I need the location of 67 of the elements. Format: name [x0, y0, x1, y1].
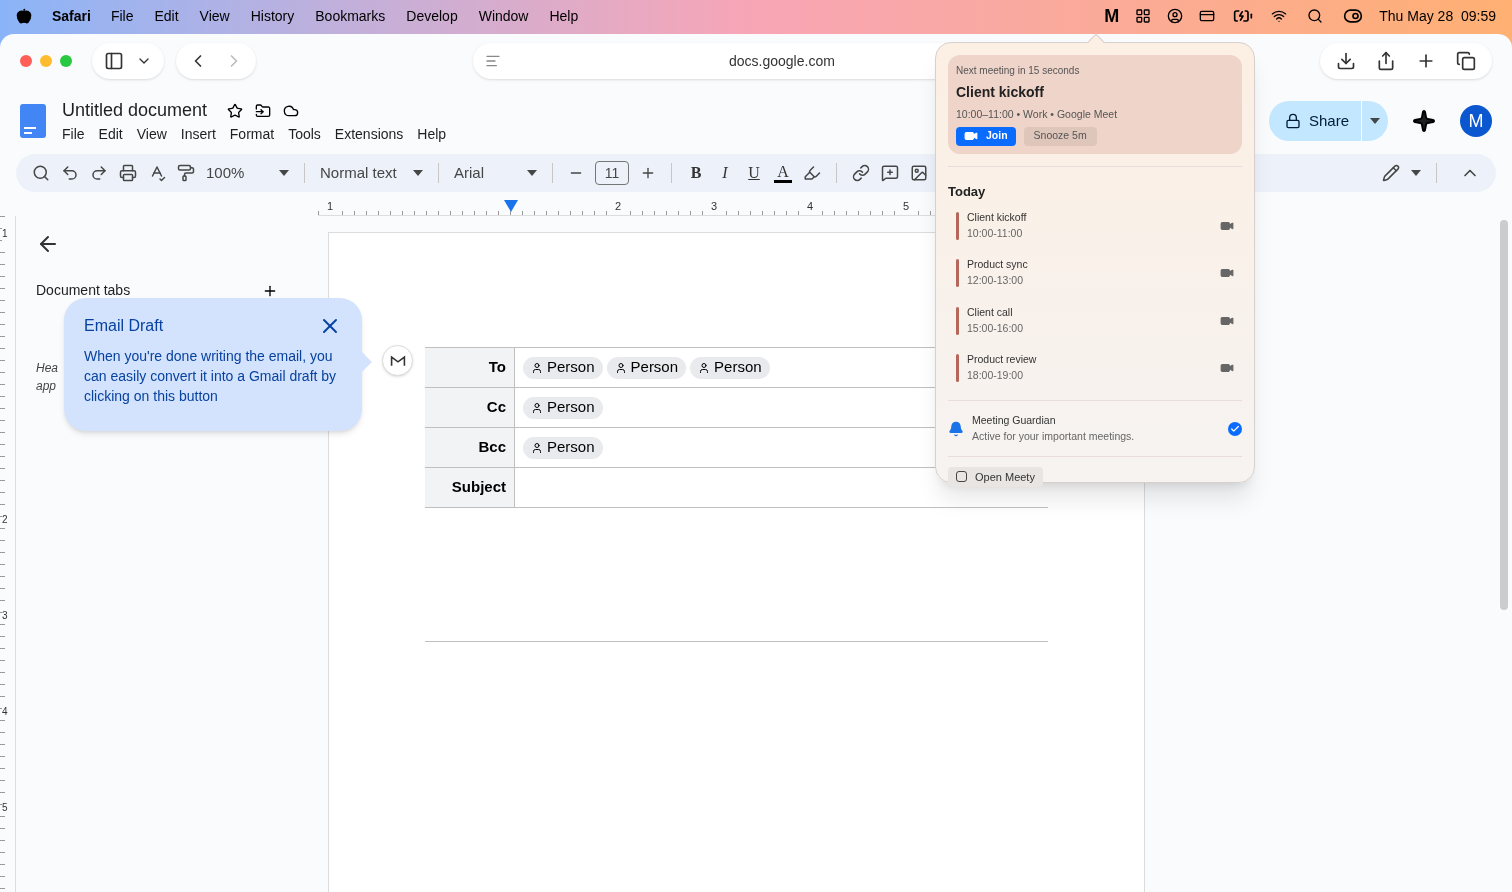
app-menu[interactable]: Safari	[52, 5, 91, 27]
meeting-time: 10:00-11:00	[967, 225, 1024, 241]
person-chip[interactable]: Person	[606, 356, 687, 379]
menu-item[interactable]: Edit	[154, 5, 179, 27]
sidebar-hint: Hea	[36, 360, 58, 377]
next-meeting-details: 10:00–11:00 • Work • Google Meet	[956, 107, 1119, 122]
zoom-dropdown[interactable]: 100%	[206, 161, 268, 185]
menu-item[interactable]: File	[110, 5, 134, 27]
sidebar-heading: Document tabs	[36, 281, 131, 300]
share-button[interactable]: Share	[1268, 101, 1388, 141]
font-size-field[interactable]: 11	[595, 161, 629, 185]
meeting-title: Product sync	[967, 257, 1029, 273]
join-button[interactable]: Join	[956, 126, 1016, 146]
menu-item[interactable]: Develop	[406, 5, 458, 27]
section-heading: Today	[948, 183, 986, 199]
guardian-subtitle: Active for your important meetings.	[972, 428, 1136, 444]
docs-menu-item[interactable]: Extensions	[334, 124, 404, 145]
field-label: To	[425, 348, 515, 387]
menu-item[interactable]: Bookmarks	[315, 5, 386, 27]
meeting-time: 12:00-13:00	[967, 273, 1025, 288]
person-chip[interactable]: Person	[690, 356, 770, 379]
person-chip[interactable]: Person	[523, 356, 603, 379]
menu-item[interactable]: Help	[549, 5, 579, 27]
menu-item[interactable]: Window	[478, 5, 529, 27]
person-chip[interactable]: Person	[523, 396, 603, 419]
snooze-button[interactable]: Snooze 5m	[1023, 126, 1097, 146]
guardian-title: Meeting Guardian	[972, 412, 1057, 428]
tooltip-text: When you're done writing the email, you can easily convert it into a Gmail draft by clicking on this button	[84, 347, 338, 406]
field-label: Cc	[425, 388, 515, 427]
meeting-item[interactable]: Product review 18:00-19:00	[948, 352, 1242, 384]
meeting-title: Product review	[967, 352, 1038, 368]
next-meeting-title: Client kickoff	[956, 83, 1045, 102]
avatar[interactable]: M	[1460, 105, 1492, 137]
address-field[interactable]: docs.google.com	[729, 50, 835, 72]
meeting-item[interactable]: Client kickoff 10:00-11:00	[948, 209, 1242, 242]
docs-menu-item[interactable]: File	[62, 124, 85, 145]
document-title[interactable]: Untitled document	[62, 97, 208, 124]
docs-menu-item[interactable]: Edit	[98, 124, 123, 145]
docs-menu-item[interactable]: Insert	[180, 124, 216, 145]
open-meety-button[interactable]: Open Meety	[948, 466, 1043, 487]
meeting-time: 18:00-19:00	[967, 368, 1025, 383]
tray-app-letter[interactable]: M	[1104, 2, 1120, 30]
person-chip[interactable]: Person	[523, 436, 603, 459]
ruler-number: 1	[2, 226, 8, 241]
docs-menu-item[interactable]: Help	[417, 124, 447, 145]
bold-button[interactable]: B	[687, 161, 705, 185]
underline-button[interactable]: U	[745, 161, 763, 185]
meeting-title: Client kickoff	[967, 209, 1028, 225]
next-meeting-caption: Next meeting in 15 seconds	[956, 64, 1081, 78]
meeting-title: Client call	[967, 304, 1014, 320]
docs-menu-item[interactable]: Tools	[288, 124, 321, 145]
tooltip-title: Email Draft	[84, 316, 164, 336]
italic-button[interactable]: I	[716, 161, 734, 185]
font-dropdown[interactable]: Arial	[454, 161, 516, 185]
menubar-clock[interactable]: Thu May 28 09:59	[1379, 5, 1496, 27]
field-label: Subject	[425, 468, 515, 507]
menu-item[interactable]: History	[250, 5, 295, 27]
meeting-item[interactable]: Client call 15:00-16:00	[948, 304, 1242, 337]
docs-menu-item[interactable]: Format	[229, 124, 275, 145]
meeting-item[interactable]: Product sync 12:00-13:00	[948, 257, 1242, 289]
sidebar-hint: app	[36, 378, 57, 395]
text-color-button[interactable]: A	[774, 163, 792, 183]
style-dropdown[interactable]: Normal text	[320, 161, 402, 185]
menu-item[interactable]: View	[199, 5, 230, 27]
meeting-time: 15:00-16:00	[967, 320, 1025, 336]
field-label: Bcc	[425, 428, 515, 467]
docs-menu-item[interactable]: View	[136, 124, 167, 145]
